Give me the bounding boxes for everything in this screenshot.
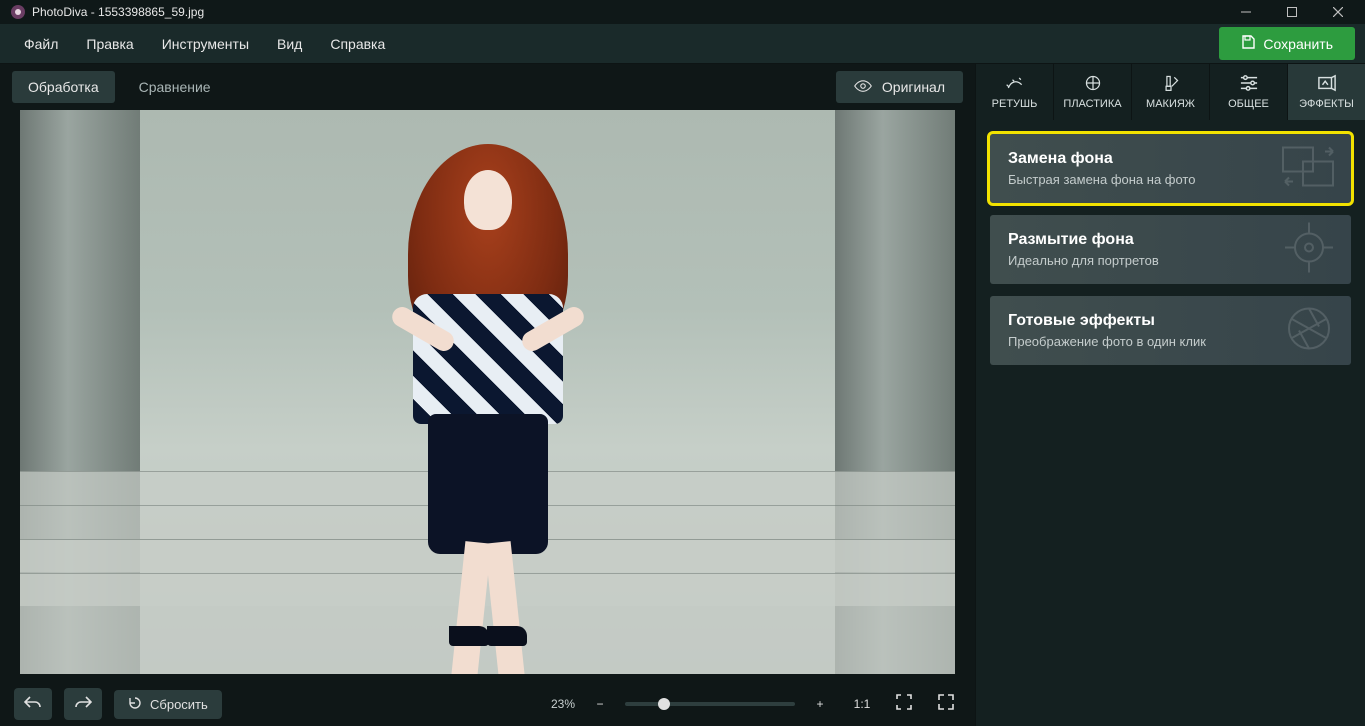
menu-help[interactable]: Справка bbox=[316, 30, 399, 58]
minimize-button[interactable] bbox=[1223, 0, 1269, 24]
effects-icon bbox=[1317, 74, 1337, 95]
tab-retouch-label: РЕТУШЬ bbox=[992, 98, 1038, 110]
menu-view[interactable]: Вид bbox=[263, 30, 316, 58]
zoom-1to1-button[interactable]: 1:1 bbox=[847, 690, 877, 718]
tab-general[interactable]: ОБЩЕЕ bbox=[1210, 64, 1288, 120]
reset-label: Сбросить bbox=[150, 697, 208, 712]
tab-plastic[interactable]: ПЛАСТИКА bbox=[1054, 64, 1132, 120]
menu-items: Файл Правка Инструменты Вид Справка bbox=[10, 30, 399, 58]
zoom-in-button[interactable]: + bbox=[805, 690, 835, 718]
menu-bar: Файл Правка Инструменты Вид Справка Сохр… bbox=[0, 24, 1365, 64]
tab-retouch[interactable]: РЕТУШЬ bbox=[976, 64, 1054, 120]
effect-replace-background[interactable]: Замена фона Быстрая замена фона на фото bbox=[990, 134, 1351, 203]
effects-list: Замена фона Быстрая замена фона на фото … bbox=[976, 120, 1365, 379]
show-original-button[interactable]: Оригинал bbox=[836, 71, 963, 103]
fit-screen-icon bbox=[896, 694, 912, 715]
menu-tools[interactable]: Инструменты bbox=[148, 30, 263, 58]
window-title: PhotoDiva - 1553398865_59.jpg bbox=[32, 5, 1223, 19]
canvas-pane: Обработка Сравнение Оригинал bbox=[0, 64, 975, 726]
undo-button[interactable] bbox=[14, 688, 52, 720]
tab-general-label: ОБЩЕЕ bbox=[1228, 98, 1269, 110]
tab-makeup[interactable]: МАКИЯЖ bbox=[1132, 64, 1210, 120]
window-controls bbox=[1223, 0, 1361, 24]
makeup-icon bbox=[1161, 74, 1181, 95]
tab-plastic-label: ПЛАСТИКА bbox=[1063, 98, 1121, 110]
undo-icon bbox=[24, 695, 42, 714]
redo-icon bbox=[74, 695, 92, 714]
mode-compare-button[interactable]: Сравнение bbox=[123, 71, 227, 103]
fit-screen-button[interactable] bbox=[889, 690, 919, 718]
effect-blur-background[interactable]: Размытие фона Идеально для портретов bbox=[990, 215, 1351, 284]
canvas-holder bbox=[0, 110, 975, 682]
photo-frame[interactable] bbox=[20, 110, 955, 674]
focus-target-icon bbox=[1279, 222, 1339, 277]
app-logo-icon bbox=[10, 4, 26, 20]
retouch-icon bbox=[1005, 74, 1025, 95]
right-panel: РЕТУШЬ ПЛАСТИКА МАКИЯЖ ОБЩЕЕ ЭФФЕКТЫ Зам… bbox=[975, 64, 1365, 726]
canvas-toolbar: Обработка Сравнение Оригинал bbox=[0, 64, 975, 110]
swap-icon bbox=[1279, 141, 1339, 196]
eye-icon bbox=[854, 79, 872, 95]
zoom-slider[interactable] bbox=[625, 702, 795, 706]
fullscreen-button[interactable] bbox=[931, 690, 961, 718]
bottom-bar: Сбросить 23% − + 1:1 bbox=[0, 682, 975, 726]
plastic-icon bbox=[1083, 74, 1103, 95]
photo-preview bbox=[20, 110, 955, 674]
effect-presets[interactable]: Готовые эффекты Преображение фото в один… bbox=[990, 296, 1351, 365]
save-button[interactable]: Сохранить bbox=[1219, 27, 1355, 60]
menu-edit[interactable]: Правка bbox=[72, 30, 147, 58]
redo-button[interactable] bbox=[64, 688, 102, 720]
maximize-button[interactable] bbox=[1269, 0, 1315, 24]
zoom-control: 23% − + bbox=[551, 690, 835, 718]
zoom-1to1-label: 1:1 bbox=[854, 697, 871, 711]
tab-effects-label: ЭФФЕКТЫ bbox=[1299, 98, 1354, 110]
tab-makeup-label: МАКИЯЖ bbox=[1146, 98, 1195, 110]
save-label: Сохранить bbox=[1263, 36, 1333, 52]
expand-icon bbox=[938, 694, 954, 715]
aperture-icon bbox=[1279, 303, 1339, 358]
reset-button[interactable]: Сбросить bbox=[114, 690, 222, 719]
tool-tab-row: РЕТУШЬ ПЛАСТИКА МАКИЯЖ ОБЩЕЕ ЭФФЕКТЫ bbox=[976, 64, 1365, 120]
zoom-out-button[interactable]: − bbox=[585, 690, 615, 718]
title-bar: PhotoDiva - 1553398865_59.jpg bbox=[0, 0, 1365, 24]
mode-process-button[interactable]: Обработка bbox=[12, 71, 115, 103]
close-button[interactable] bbox=[1315, 0, 1361, 24]
zoom-value: 23% bbox=[551, 697, 575, 711]
menu-file[interactable]: Файл bbox=[10, 30, 72, 58]
tab-effects[interactable]: ЭФФЕКТЫ bbox=[1288, 64, 1365, 120]
sliders-icon bbox=[1239, 74, 1259, 95]
reset-icon bbox=[128, 696, 142, 713]
save-icon bbox=[1241, 35, 1255, 52]
show-original-label: Оригинал bbox=[882, 79, 945, 95]
main-area: Обработка Сравнение Оригинал bbox=[0, 64, 1365, 726]
